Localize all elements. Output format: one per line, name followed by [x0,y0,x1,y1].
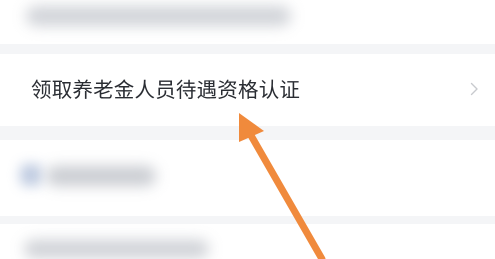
list-item-pension-qualification-certification[interactable]: 领取养老金人员待遇资格认证 [0,54,495,126]
list-divider-gap [0,216,495,224]
blurred-list-item-bottom[interactable] [0,224,495,259]
chevron-right-icon [470,82,478,96]
list-divider-gap [0,126,495,140]
blurred-text [46,166,156,186]
blurred-text [24,240,209,258]
blurred-list-item-mid[interactable] [0,140,495,216]
blurred-text [26,6,291,26]
blurred-icon [20,164,42,186]
blurred-list-item-top[interactable] [0,0,495,44]
list-divider-gap [0,44,495,54]
list-item-label: 领取养老金人员待遇资格认证 [31,78,301,102]
